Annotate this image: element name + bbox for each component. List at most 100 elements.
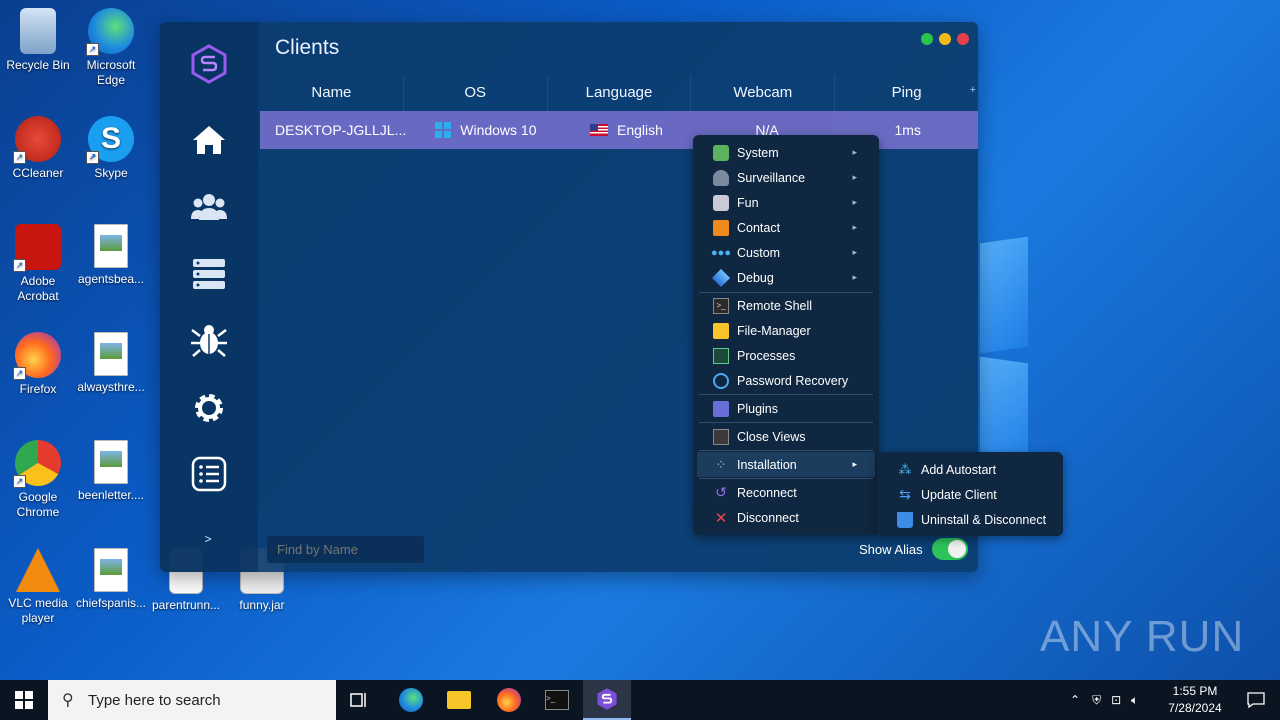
- chevron-right-icon: ▸: [852, 172, 857, 182]
- taskbar-app-active[interactable]: [583, 680, 631, 720]
- menu-item-plugins[interactable]: Plugins: [697, 396, 875, 421]
- desktop-icon-chiefspanis[interactable]: chiefspanis...: [73, 548, 149, 611]
- windows-icon: [435, 122, 452, 138]
- menu-item-update-client[interactable]: ⇆ Update Client: [881, 482, 1059, 507]
- menu-item-reconnect[interactable]: ↺ Reconnect: [697, 480, 875, 505]
- menu-separator: [699, 450, 873, 451]
- start-button[interactable]: [0, 680, 48, 720]
- column-header-os[interactable]: OS: [404, 75, 548, 111]
- app-logo-icon: [191, 44, 227, 84]
- terminal-icon: >_: [545, 690, 569, 710]
- menu-item-uninstall-disconnect[interactable]: Uninstall & Disconnect: [881, 507, 1059, 532]
- installation-submenu: ⁂ Add Autostart ⇆ Update Client Uninstal…: [877, 452, 1063, 536]
- taskbar-file-explorer[interactable]: [435, 680, 483, 720]
- show-alias-toggle[interactable]: [932, 538, 968, 560]
- ccleaner-icon: ↗: [13, 116, 61, 164]
- close-button[interactable]: [957, 33, 969, 45]
- chevron-right-icon: ▸: [852, 147, 857, 157]
- contact-icon: [713, 219, 729, 236]
- server-icon: [193, 259, 225, 289]
- search-input[interactable]: [267, 536, 424, 563]
- app-logo-icon: [597, 688, 617, 710]
- desktop-icon-agentsbea[interactable]: agentsbea...: [73, 224, 149, 287]
- desktop-icon-recycle-bin[interactable]: Recycle Bin: [0, 8, 76, 73]
- chevron-right-icon: ▸: [852, 197, 857, 207]
- menu-separator: [699, 394, 873, 395]
- chevron-right-icon: ▸: [852, 459, 857, 469]
- minimize-button[interactable]: [939, 33, 951, 45]
- recycle-bin-icon: [20, 8, 56, 54]
- menu-item-password-recovery[interactable]: Password Recovery: [697, 368, 875, 393]
- network-icon[interactable]: ⊡: [1111, 693, 1121, 707]
- menu-item-add-autostart[interactable]: ⁂ Add Autostart: [881, 457, 1059, 482]
- menu-item-file-manager[interactable]: File-Manager: [697, 318, 875, 343]
- menu-item-installation[interactable]: ⁘ Installation ▸: [697, 452, 875, 477]
- task-view-button[interactable]: [336, 680, 384, 720]
- task-view-icon: [350, 693, 366, 707]
- anyrun-watermark: ANY RUN: [1040, 612, 1245, 661]
- autostart-icon: ⁂: [898, 461, 912, 477]
- firefox-icon: ↗: [13, 332, 61, 380]
- windows-start-icon: [15, 691, 33, 709]
- desktop-icon-skype[interactable]: S ↗ Skype: [73, 116, 149, 181]
- settings-nav-button[interactable]: [189, 388, 229, 428]
- system-tray: ⌃ ⛨ ⊡ 🔈︎: [1070, 680, 1138, 720]
- menu-item-disconnect[interactable]: ✕ Disconnect: [697, 505, 875, 530]
- volume-icon[interactable]: 🔈︎: [1131, 693, 1138, 708]
- menu-item-remote-shell[interactable]: >_ Remote Shell: [697, 293, 875, 318]
- notification-button[interactable]: [1232, 680, 1280, 720]
- taskbar-firefox[interactable]: [485, 680, 533, 720]
- column-header-webcam[interactable]: Webcam: [691, 75, 836, 111]
- desktop-icon-firefox[interactable]: ↗ Firefox: [0, 332, 76, 397]
- search-icon: ⚲: [62, 692, 74, 709]
- toggle-knob: [948, 540, 966, 558]
- desktop-icon-alwaysthre[interactable]: alwaysthre...: [73, 332, 149, 395]
- monitor-icon: [713, 347, 729, 364]
- menu-item-processes[interactable]: Processes: [697, 343, 875, 368]
- us-flag-icon: [590, 124, 609, 136]
- menu-item-fun[interactable]: Fun ▸: [697, 190, 875, 215]
- taskbar-search-box[interactable]: ⚲ Type here to search: [48, 680, 336, 720]
- edge-icon: [399, 688, 423, 712]
- chevron-right-icon: ▸: [852, 247, 857, 257]
- menu-item-debug[interactable]: Debug ▸: [697, 265, 875, 290]
- image-file-icon: [94, 548, 128, 592]
- chevron-up-icon[interactable]: ⌃: [1070, 693, 1080, 707]
- servers-nav-button[interactable]: [189, 254, 229, 294]
- clients-table-header: Name OS Language Webcam Ping: [260, 75, 978, 111]
- home-nav-button[interactable]: [189, 120, 229, 160]
- layers-icon: [711, 268, 731, 287]
- maximize-button[interactable]: [921, 33, 933, 45]
- desktop-icon-edge[interactable]: ↗ Microsoft Edge: [73, 8, 149, 88]
- column-header-ping[interactable]: Ping: [835, 75, 978, 111]
- taskbar-clock[interactable]: 1:55 PM 7/28/2024: [1160, 683, 1230, 717]
- update-icon: ⇆: [899, 486, 911, 502]
- taskbar-edge[interactable]: [387, 680, 435, 720]
- menu-item-system[interactable]: System ▸: [697, 140, 875, 165]
- desktop-icon-ccleaner[interactable]: ↗ CCleaner: [0, 116, 76, 181]
- home-icon: [193, 126, 225, 154]
- chevron-right-icon: ▸: [852, 222, 857, 232]
- reconnect-icon: ↺: [715, 484, 727, 500]
- security-icon[interactable]: ⛨: [1092, 693, 1101, 708]
- logs-nav-button[interactable]: [189, 454, 229, 494]
- add-column-button[interactable]: +: [970, 84, 976, 96]
- menu-item-close-views[interactable]: Close Views: [697, 424, 875, 449]
- notification-icon: [1247, 692, 1265, 708]
- builder-nav-button[interactable]: [189, 320, 229, 360]
- trash-icon: [897, 511, 913, 528]
- menu-item-surveillance[interactable]: Surveillance ▸: [697, 165, 875, 190]
- expand-sidebar-button[interactable]: >: [198, 529, 218, 549]
- desktop-icon-chrome[interactable]: ↗ Google Chrome: [0, 440, 76, 520]
- column-header-name[interactable]: Name: [260, 75, 404, 111]
- taskbar-terminal[interactable]: >_: [533, 680, 581, 720]
- edge-icon: ↗: [86, 8, 134, 56]
- menu-item-custom[interactable]: ●●● Custom ▸: [697, 240, 875, 265]
- clients-nav-button[interactable]: [189, 186, 229, 226]
- column-header-language[interactable]: Language: [548, 75, 692, 111]
- desktop-icon-vlc[interactable]: VLC media player: [0, 548, 76, 626]
- desktop-icon-acrobat[interactable]: ↗ Adobe Acrobat: [0, 224, 76, 304]
- desktop-icon-beenletter[interactable]: beenletter....: [73, 440, 149, 503]
- firefox-icon: [497, 688, 521, 712]
- menu-item-contact[interactable]: Contact ▸: [697, 215, 875, 240]
